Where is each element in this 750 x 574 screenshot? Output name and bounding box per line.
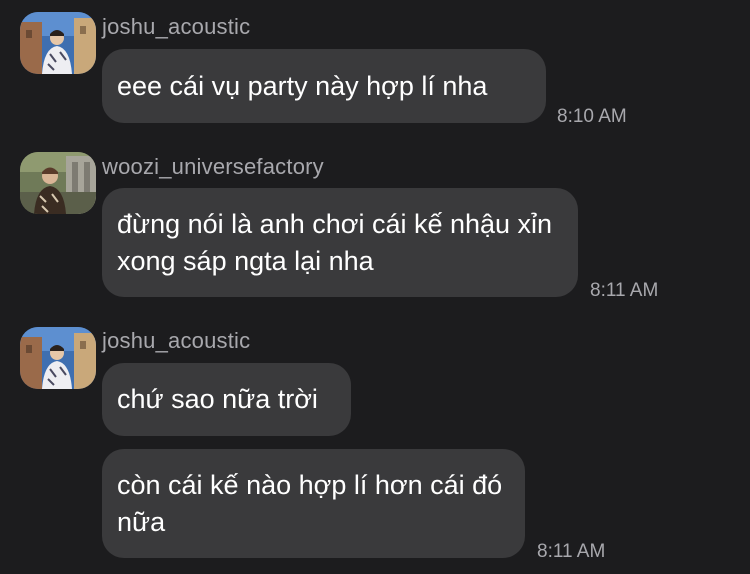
message-timestamp: 8:10 AM [557,106,627,127]
message-bubble[interactable]: đừng nói là anh chơi cái kế nhậu xỉn xon… [102,188,578,297]
message-text: còn cái kế nào hợp lí hơn cái đó nữa [117,469,503,537]
avatar-joshu-acoustic[interactable] [20,327,96,389]
user-photo-avatar-icon [20,152,96,214]
user-photo-avatar-icon [20,12,96,74]
message-bubble[interactable]: còn cái kế nào hợp lí hơn cái đó nữa [102,449,525,558]
message-username[interactable]: joshu_acoustic [102,328,250,354]
user-photo-avatar-icon [20,327,96,389]
message-text: đừng nói là anh chơi cái kế nhậu xỉn xon… [117,208,553,276]
message-bubble[interactable]: eee cái vụ party này hợp lí nha [102,49,546,123]
message-text: chứ sao nữa trời [117,384,318,414]
message-timestamp: 8:11 AM [537,541,606,562]
avatar-woozi-universefactory[interactable] [20,152,96,214]
message-username[interactable]: joshu_acoustic [102,14,250,40]
message-bubble[interactable]: chứ sao nữa trời [102,363,351,436]
message-username[interactable]: woozi_universefactory [102,154,324,180]
message-text: eee cái vụ party này hợp lí nha [117,70,488,101]
avatar-joshu-acoustic[interactable] [20,12,96,74]
message-timestamp: 8:11 AM [590,280,659,301]
